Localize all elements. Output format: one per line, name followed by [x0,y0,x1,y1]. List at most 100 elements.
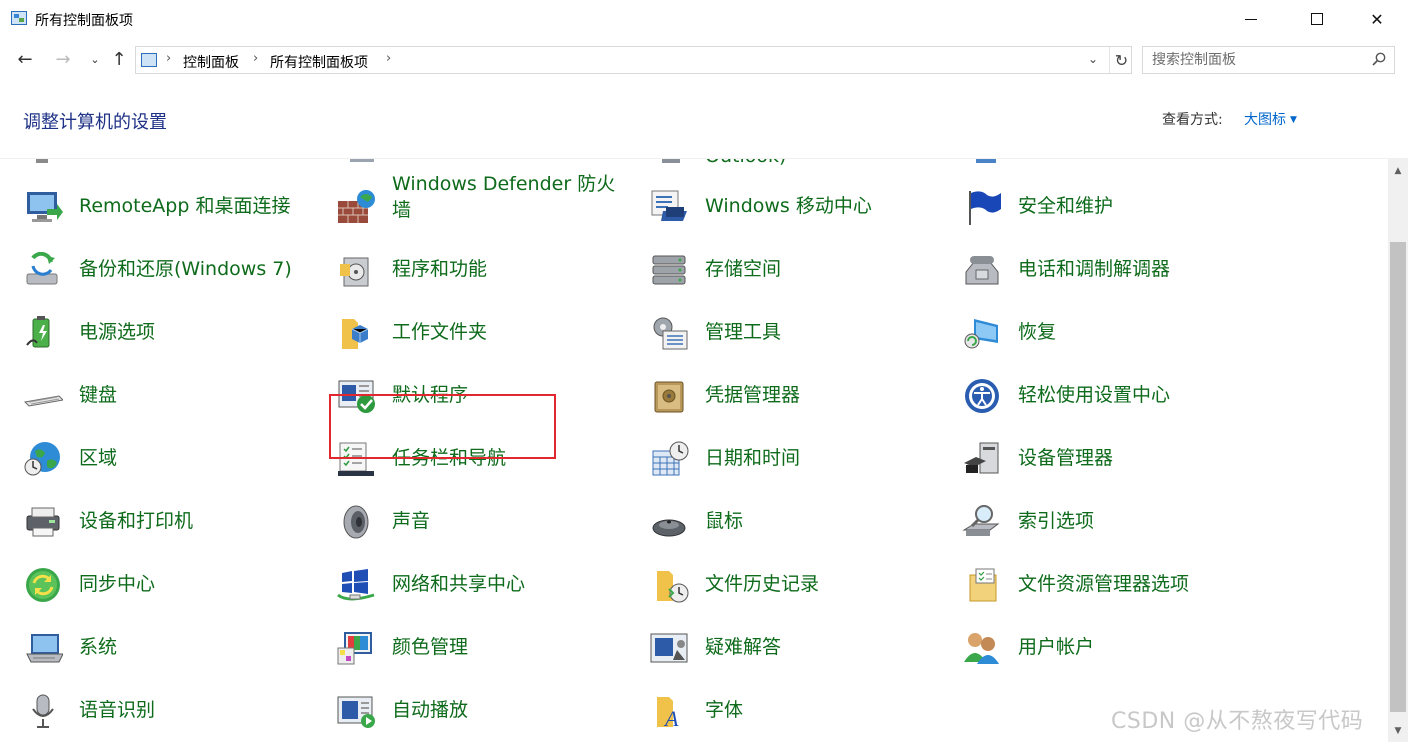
backup-icon [26,252,58,285]
breadcrumb-all-items[interactable]: 所有控制面板项 [270,52,368,72]
item-label[interactable]: 备份和还原(Windows 7) [79,256,292,282]
item-label[interactable]: 同步中心 [79,571,155,597]
recent-locations-button[interactable]: ⌄ [84,48,106,70]
vertical-scrollbar[interactable]: ▲ ▼ [1388,158,1408,742]
breadcrumb-separator[interactable]: › [386,51,391,66]
item-label[interactable]: 网络和共享中心 [392,571,525,597]
phone-modem-icon [965,256,999,285]
item-label[interactable]: 凭据管理器 [705,382,800,408]
view-by-value: 大图标 [1244,112,1286,128]
printer-icon [26,507,60,537]
partial-item-icon [976,159,996,163]
security-flag-icon [969,191,1001,225]
item-label[interactable]: 设备管理器 [1018,445,1113,471]
item-label[interactable]: 声音 [392,508,430,534]
item-label[interactable]: Windows Defender 防火墙 [392,171,627,223]
item-label[interactable]: 设备和打印机 [79,508,193,534]
svg-text:A: A [663,706,679,729]
network-icon [337,569,375,601]
search-input[interactable] [1143,47,1363,73]
highlight-box [329,394,556,459]
item-label[interactable]: 键盘 [79,382,117,408]
partial-item-label[interactable]: Outlook) [705,159,786,167]
up-button[interactable]: ↑ [108,48,130,70]
watermark: CSDN @从不熬夜写代码 [1111,709,1364,734]
item-label[interactable]: 轻松使用设置中心 [1018,382,1170,408]
item-label[interactable]: 安全和维护 [1018,193,1113,219]
fonts-icon: A [657,697,679,729]
item-label[interactable]: 系统 [79,634,117,660]
item-label[interactable]: Windows 移动中心 [705,193,872,219]
mouse-icon [652,519,686,537]
close-button[interactable]: ✕ [1354,0,1400,38]
chevron-down-icon: ▼ [1290,115,1297,125]
address-bar[interactable]: › 控制面板 › 所有控制面板项 › ⌄ ↻ [135,46,1132,74]
file-history-icon [657,571,689,603]
partial-item-icon [350,159,374,162]
item-label[interactable]: 存储空间 [705,256,781,282]
up-arrow-icon: ↑ [111,48,127,70]
maximize-button[interactable] [1294,0,1340,38]
view-by-dropdown[interactable]: 大图标 ▼ [1244,109,1297,129]
admin-tools-icon [653,317,688,350]
item-label[interactable]: 电话和调制解调器 [1018,256,1170,282]
scroll-down-icon: ▼ [1394,726,1402,736]
sound-icon [343,505,369,539]
item-label[interactable]: 电源选项 [79,319,155,345]
minimize-icon [1245,18,1257,20]
item-label[interactable]: 自动播放 [392,697,468,723]
indexing-icon [962,505,1000,536]
item-label[interactable]: 恢复 [1018,319,1056,345]
view-by-label: 查看方式: [1162,112,1223,128]
forward-arrow-icon: → [55,48,71,70]
forward-button[interactable]: → [52,48,74,70]
refresh-icon: ↻ [1114,50,1129,70]
item-label[interactable]: 文件资源管理器选项 [1018,571,1189,597]
item-label[interactable]: 疑难解答 [705,634,781,660]
item-label[interactable]: 字体 [705,697,743,723]
device-manager-icon [964,442,999,474]
firewall-icon [338,190,375,223]
storage-icon [652,255,686,285]
breadcrumb-separator[interactable]: › [166,51,171,66]
breadcrumb-control-panel[interactable]: 控制面板 [183,52,239,72]
credential-icon [654,381,684,413]
control-panel-items: Outlook) RemoteApp 和桌面连接 Windows Defende… [0,158,1388,742]
close-icon: ✕ [1370,9,1384,29]
back-button[interactable]: ← [14,48,36,70]
explorer-options-icon [969,568,997,602]
window-title: 所有控制面板项 [35,13,133,29]
item-label[interactable]: 区域 [79,445,117,471]
scrollbar-thumb[interactable] [1390,242,1406,712]
partial-item-icon [662,159,680,163]
item-label[interactable]: 鼠标 [705,508,743,534]
breadcrumb-separator[interactable]: › [253,51,258,66]
item-label[interactable]: 管理工具 [705,319,781,345]
item-label[interactable]: 工作文件夹 [392,319,487,345]
item-label[interactable]: RemoteApp 和桌面连接 [79,193,290,219]
back-arrow-icon: ← [17,48,33,70]
scroll-down-button[interactable]: ▼ [1388,722,1408,740]
control-panel-icon [11,11,27,25]
search-box[interactable] [1142,46,1395,74]
page-title: 调整计算机的设置 [23,112,167,133]
color-management-icon [337,632,372,665]
refresh-button[interactable]: ↻ [1109,47,1133,73]
chevron-down-icon: ⌄ [90,52,100,66]
minimize-button[interactable] [1228,0,1274,38]
item-label[interactable]: 程序和功能 [392,256,487,282]
scroll-up-button[interactable]: ▲ [1388,162,1408,180]
title-bar: 所有控制面板项 ✕ [0,0,1408,38]
power-icon [26,316,50,348]
address-dropdown-icon[interactable]: ⌄ [1088,52,1098,66]
navigation-bar: ← → ⌄ ↑ › 控制面板 › 所有控制面板项 › ⌄ ↻ [0,38,1408,80]
item-label[interactable]: 颜色管理 [392,634,468,660]
search-icon[interactable] [1372,52,1386,66]
autoplay-icon [337,696,375,728]
item-label[interactable]: 语音识别 [79,697,155,723]
item-label[interactable]: 用户帐户 [1018,634,1094,660]
item-label[interactable]: 索引选项 [1018,508,1094,534]
item-label[interactable]: 日期和时间 [705,445,800,471]
item-label[interactable]: 文件历史记录 [705,571,819,597]
troubleshoot-icon [650,633,688,663]
